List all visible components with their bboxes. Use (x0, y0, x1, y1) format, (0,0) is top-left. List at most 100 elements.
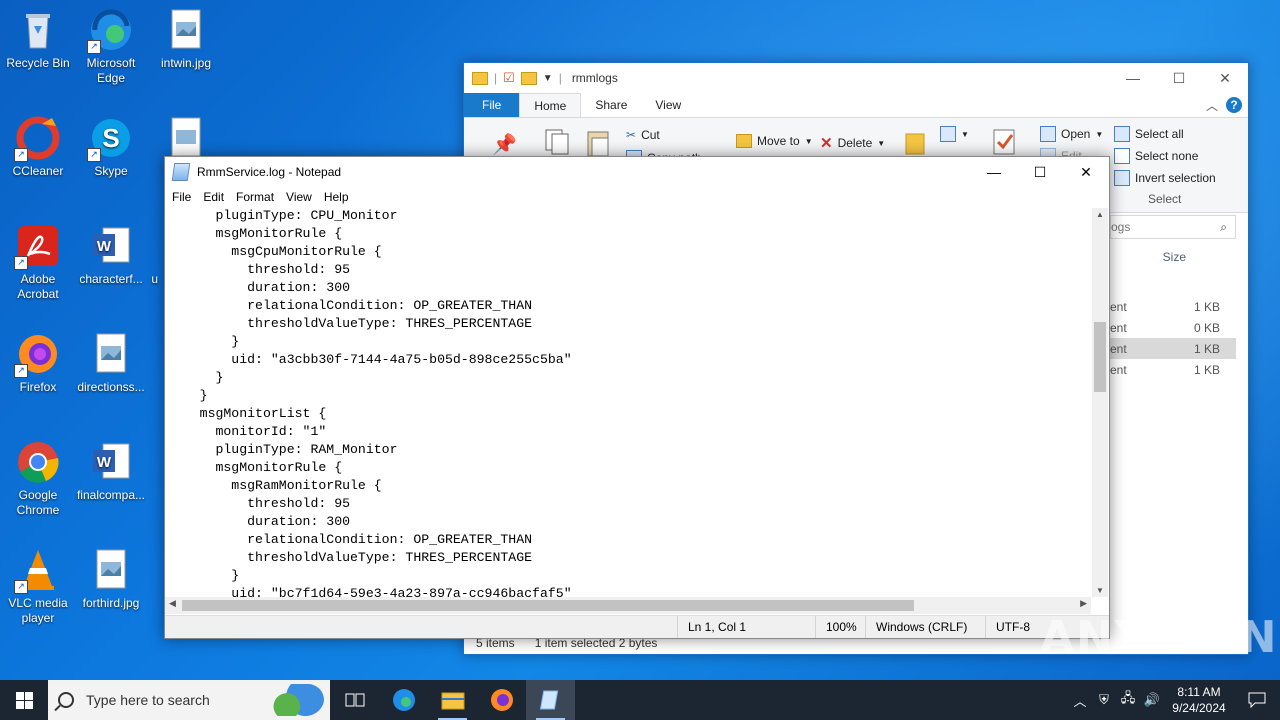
list-item[interactable]: ent 1 KB (1110, 296, 1236, 317)
taskbar-file-explorer[interactable] (428, 680, 477, 720)
new-item-icon[interactable]: ▼ (940, 126, 969, 142)
tab-file[interactable]: File (464, 93, 520, 117)
vertical-scrollbar[interactable]: ▲ ▼ (1092, 208, 1108, 597)
taskbar-search-box[interactable]: Type here to search (48, 680, 330, 720)
desktop-icon-finalcompa[interactable]: W finalcompa... (73, 440, 149, 503)
edge-icon (392, 689, 415, 711)
desktop-icon-firefox[interactable]: ↗ Firefox (0, 332, 76, 395)
minimize-icon[interactable]: — (1110, 63, 1156, 93)
menu-edit[interactable]: Edit (197, 190, 230, 204)
menu-file[interactable]: File (166, 190, 197, 204)
desktop-icon-forthird[interactable]: forthird.jpg (73, 548, 149, 611)
menu-format[interactable]: Format (230, 190, 280, 204)
tab-share[interactable]: Share (581, 93, 641, 117)
taskbar-firefox[interactable] (477, 680, 526, 720)
maximize-icon[interactable]: ☐ (1017, 157, 1063, 187)
taskbar-edge[interactable] (379, 680, 428, 720)
text-line: relationalCondition: OP_GREATER_THAN (168, 532, 533, 547)
close-icon[interactable]: ✕ (1063, 157, 1109, 187)
open-button[interactable]: Open ▼ (1040, 126, 1103, 142)
vertical-scroll-thumb[interactable] (1094, 322, 1106, 392)
security-icon[interactable]: ⛨ (1092, 692, 1116, 708)
horizontal-scrollbar[interactable]: ◀ ▶ (165, 597, 1091, 614)
notepad-title-bar[interactable]: RmmService.log - Notepad — ☐ ✕ (165, 157, 1109, 187)
select-all-icon (1114, 126, 1130, 142)
copy-icon[interactable] (544, 128, 570, 156)
properties-icon[interactable]: ☑ (503, 70, 515, 86)
maximize-icon[interactable]: ☐ (1156, 63, 1202, 93)
shortcut-arrow-icon: ↗ (14, 580, 28, 594)
text-line: } (168, 370, 224, 385)
list-item[interactable]: ent 0 KB (1110, 317, 1236, 338)
search-icon: ⌕ (1220, 219, 1227, 234)
desktop-icon-recycle-bin[interactable]: Recycle Bin (0, 8, 76, 71)
customize-qa-icon[interactable]: ▼ (543, 73, 553, 84)
clock[interactable]: 8:11 AM 9/24/2024 (1164, 684, 1234, 716)
scroll-right-icon[interactable]: ▶ (1080, 598, 1087, 609)
desktop-icon-directionss[interactable]: directionss... (73, 332, 149, 395)
volume-icon[interactable]: 🔊 (1140, 692, 1164, 708)
scroll-down-icon[interactable]: ▼ (1092, 586, 1108, 595)
menu-help[interactable]: Help (318, 190, 355, 204)
new-folder-button[interactable] (904, 128, 926, 156)
task-view-icon (345, 693, 364, 707)
column-header-size[interactable]: Size (1110, 247, 1236, 268)
desktop-icon-skype[interactable]: S ↗ Skype (73, 116, 149, 179)
notepad-text-area[interactable]: pluginType: CPU_Monitor msgMonitorRule {… (165, 207, 1094, 597)
chevron-up-icon[interactable]: ︿ (1206, 97, 1218, 114)
explorer-title-bar[interactable]: | ☑ ▼ | rmmlogs — ☐ ✕ (464, 63, 1248, 93)
desktop-icon-edge[interactable]: ↗ Microsoft Edge (73, 8, 149, 86)
clock-date: 9/24/2024 (1172, 701, 1226, 715)
chevron-down-icon: ▼ (1095, 129, 1104, 139)
text-line: duration: 300 (168, 280, 351, 295)
folder-icon (472, 71, 488, 85)
scroll-left-icon[interactable]: ◀ (169, 598, 176, 609)
desktop-icon-vlc[interactable]: ↗ VLC media player (0, 548, 76, 626)
horizontal-scroll-thumb[interactable] (182, 600, 914, 611)
notification-center-button[interactable] (1234, 692, 1280, 708)
delete-button[interactable]: ✕ Delete ▼ (820, 134, 885, 152)
move-to-button[interactable]: Move to ▼ (736, 134, 813, 148)
help-icon[interactable]: ? (1226, 97, 1242, 113)
network-icon[interactable]: 🖧 (1116, 689, 1140, 711)
chevron-up-icon[interactable]: ︿ (1068, 691, 1092, 710)
image-file-icon (89, 332, 133, 376)
new-folder-icon[interactable] (520, 71, 537, 85)
quick-access-toolbar: | ☑ ▼ | (472, 70, 562, 86)
notepad-icon (171, 163, 191, 181)
desktop-icon-ccleaner[interactable]: ↗ CCleaner (0, 116, 76, 179)
list-item[interactable]: ent 1 KB (1110, 359, 1236, 380)
notepad-icon (539, 690, 558, 710)
chevron-down-icon: ▼ (877, 138, 886, 148)
list-item-selected[interactable]: ent 1 KB (1110, 338, 1236, 359)
search-highlight-art (262, 684, 324, 716)
menu-view[interactable]: View (280, 190, 318, 204)
tab-view[interactable]: View (641, 93, 695, 117)
skype-icon: S ↗ (87, 116, 133, 162)
pin-icon[interactable]: 📌 (492, 132, 517, 157)
system-tray: ︿ ⛨ 🖧 🔊 8:11 AM 9/24/2024 (1068, 680, 1280, 720)
minimize-icon[interactable]: — (971, 157, 1017, 187)
scroll-up-icon[interactable]: ▲ (1092, 210, 1108, 219)
desktop-icon-u[interactable]: u (118, 224, 158, 287)
desktop-icon-adobe-acrobat[interactable]: ↗ Adobe Acrobat (0, 224, 76, 302)
select-all-button[interactable]: Select all (1114, 126, 1184, 142)
image-file-icon (164, 8, 208, 52)
properties-button[interactable] (992, 128, 1018, 156)
paste-icon[interactable] (586, 128, 612, 158)
desktop-icon-google-chrome[interactable]: Google Chrome (0, 440, 76, 518)
select-none-button[interactable]: Select none (1114, 148, 1198, 164)
text-line: uid: "bc7f1d64-59e3-4a23-897a-cc946bacfa… (168, 586, 572, 597)
taskbar-notepad[interactable] (526, 680, 575, 720)
close-icon[interactable]: ✕ (1202, 63, 1248, 93)
invert-selection-button[interactable]: Invert selection (1114, 170, 1216, 186)
explorer-title: rmmlogs (571, 71, 618, 85)
text-line: duration: 300 (168, 514, 351, 529)
cut-button[interactable]: ✂ Cut (626, 128, 660, 142)
start-button[interactable] (0, 680, 48, 720)
explorer-search-box[interactable]: ogs ⌕ (1110, 215, 1236, 239)
task-view-button[interactable] (330, 680, 379, 720)
tab-home[interactable]: Home (519, 93, 582, 117)
notepad-window[interactable]: RmmService.log - Notepad — ☐ ✕ File Edit… (164, 156, 1110, 639)
desktop-icon-intwin[interactable]: intwin.jpg (148, 8, 224, 71)
